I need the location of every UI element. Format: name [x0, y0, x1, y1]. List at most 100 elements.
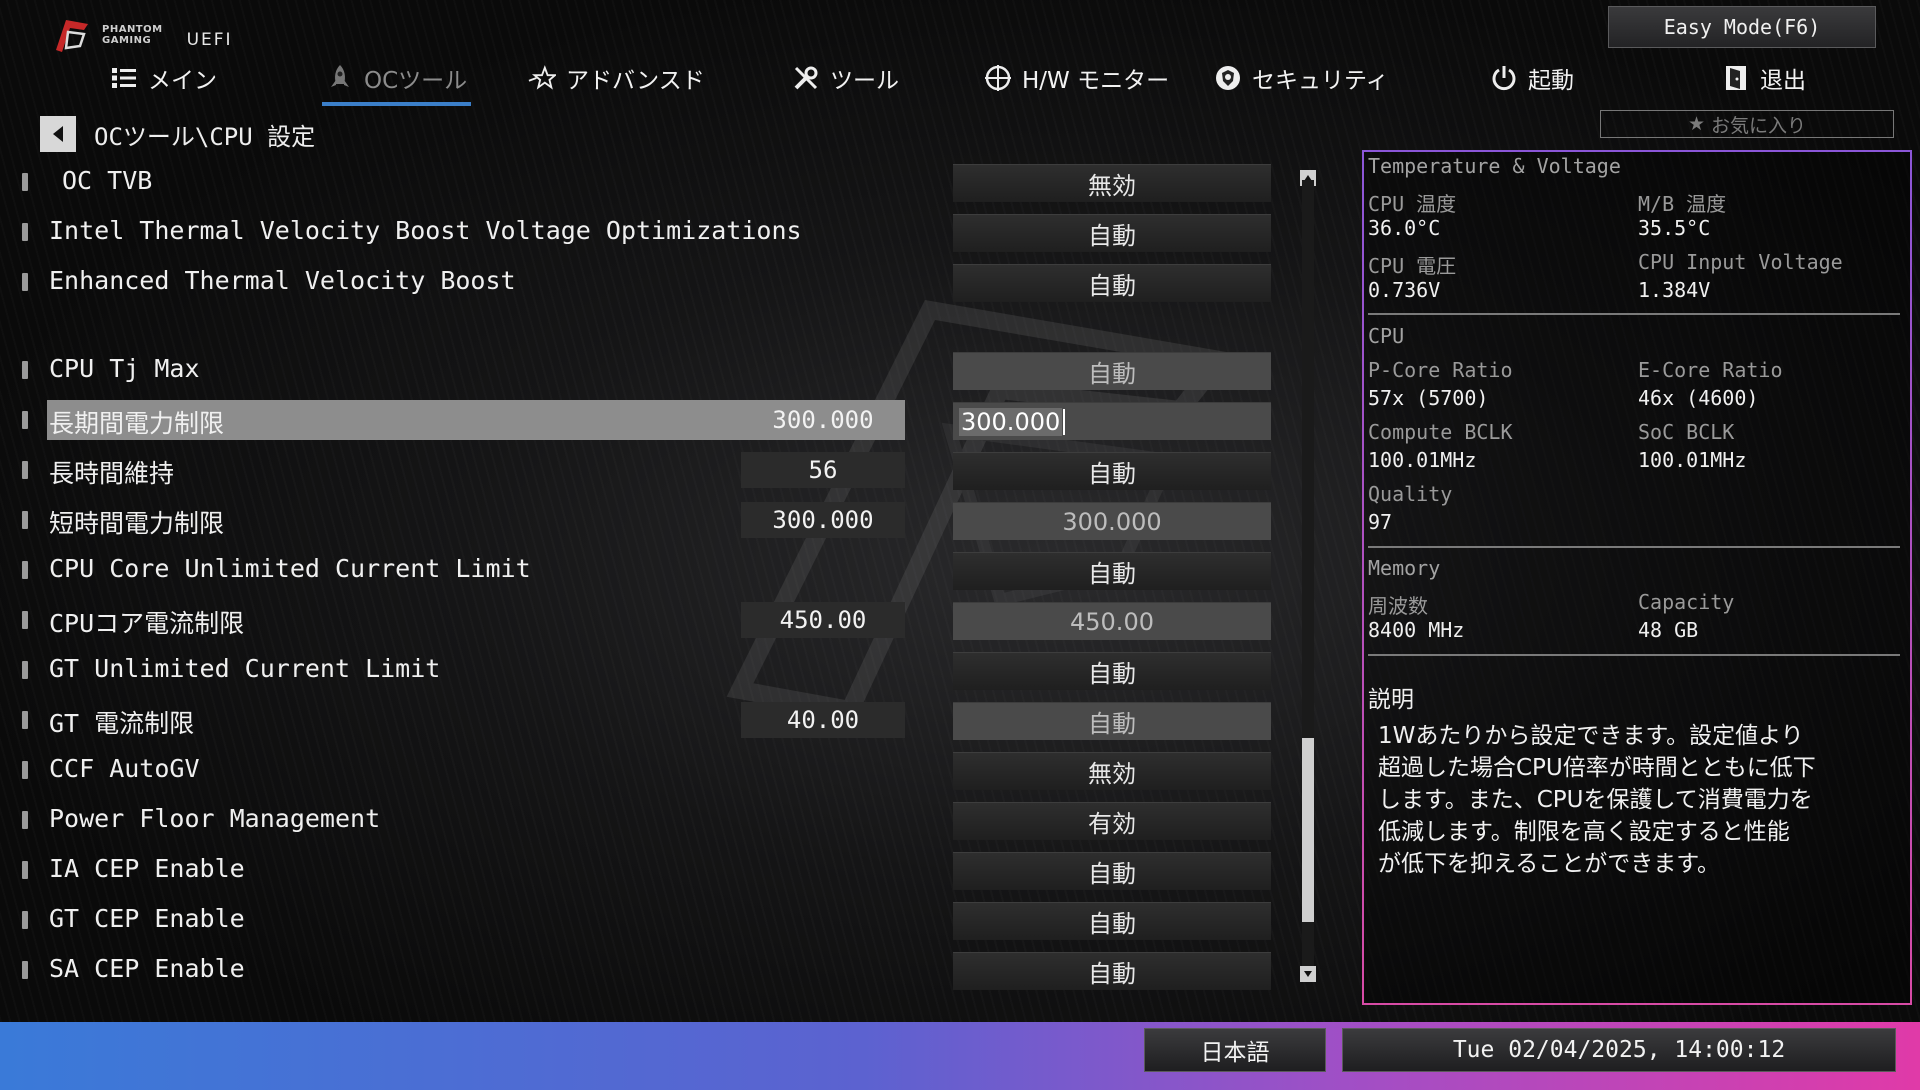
setting-option[interactable]: 自動 [953, 264, 1271, 302]
setting-current-value: 300.000 [741, 502, 905, 538]
uefi-label: UEFI [186, 30, 233, 50]
setting-option[interactable]: 自動 [953, 702, 1271, 740]
text-caret [1063, 408, 1066, 435]
setting-row[interactable]: IA CEP Enable 自動 [0, 850, 1280, 890]
setting-row[interactable]: Intel Thermal Velocity Boost Voltage Opt… [0, 212, 1280, 252]
favorite-label: お気に入り [1711, 114, 1807, 137]
setting-value-input[interactable]: 300.000 [953, 402, 1271, 440]
tab-exit-label: 退出 [1760, 68, 1806, 94]
setting-row[interactable]: 長時間維持 56 自動 [0, 450, 1280, 490]
scrollbar-thumb[interactable] [1302, 738, 1314, 922]
tab-boot-label: 起動 [1528, 68, 1574, 94]
setting-row[interactable]: OC TVB 無効 [0, 162, 1280, 202]
setting-option[interactable]: 自動 [953, 952, 1271, 990]
back-button[interactable] [40, 116, 76, 152]
cpu-voltage-value: 0.736V [1368, 278, 1441, 302]
setting-row[interactable]: CCF AutoGV 無効 [0, 750, 1280, 790]
setting-option[interactable]: 無効 [953, 164, 1271, 202]
setting-label: Enhanced Thermal Velocity Boost [49, 266, 516, 295]
setting-row[interactable]: GT Unlimited Current Limit 自動 [0, 650, 1280, 690]
cpu-input-voltage-value: 1.384V [1638, 278, 1711, 302]
row-handle [22, 411, 28, 429]
list-icon [110, 64, 138, 92]
row-handle [22, 911, 28, 929]
pcore-ratio-label: P-Core Ratio [1368, 358, 1513, 382]
crosshair-icon [984, 64, 1012, 92]
easy-mode-button[interactable]: Easy Mode(F6) [1608, 6, 1876, 48]
brand-logo: PHANTOM GAMING UEFI [52, 16, 233, 54]
compute-bclk-label: Compute BCLK [1368, 420, 1513, 444]
tab-hw-monitor-label: H/W モニター [1022, 68, 1170, 94]
setting-option[interactable]: 自動 [953, 452, 1271, 490]
row-handle [22, 561, 28, 579]
exit-door-icon [1722, 64, 1750, 92]
setting-option[interactable]: 自動 [953, 352, 1271, 390]
tab-oc-tools[interactable]: OCツール [321, 54, 472, 106]
star-icon [528, 64, 556, 92]
setting-label: Power Floor Management [49, 804, 381, 833]
setting-label: Intel Thermal Velocity Boost Voltage Opt… [49, 216, 802, 245]
tab-tools[interactable]: ツール [792, 54, 899, 102]
row-handle [22, 361, 28, 379]
setting-current-value: 300.000 [772, 406, 874, 434]
tab-security-label: セキュリティ [1252, 68, 1389, 94]
brand-line1: PHANTOM [102, 24, 163, 35]
setting-option[interactable]: 自動 [953, 652, 1271, 690]
setting-row[interactable]: CPU Tj Max 自動 [0, 350, 1280, 390]
breadcrumb: OCツール\CPU 設定 [40, 116, 315, 152]
setting-option[interactable]: 自動 [953, 902, 1271, 940]
setting-row[interactable]: SA CEP Enable 自動 [0, 950, 1280, 990]
power-icon [1490, 64, 1518, 92]
setting-row-selected[interactable]: 長期間電力制限 300.000 300.000 [0, 400, 1280, 440]
input-text: 300.000 [959, 407, 1063, 436]
setting-option[interactable]: 有効 [953, 802, 1271, 840]
setting-label: GT 電流制限 [49, 709, 195, 738]
setting-option[interactable]: 自動 [953, 852, 1271, 890]
tab-advanced-label: アドバンスド [566, 68, 705, 94]
favorite-button[interactable]: ★ お気に入り [1600, 110, 1894, 138]
tab-boot[interactable]: 起動 [1490, 54, 1574, 102]
setting-label: CPU Core Unlimited Current Limit [49, 554, 531, 583]
row-handle [22, 761, 28, 779]
cpu-section-title: CPU [1368, 324, 1405, 348]
tab-exit[interactable]: 退出 [1722, 54, 1806, 102]
cpu-temp-value: 36.0°C [1368, 216, 1441, 240]
setting-option[interactable]: 300.000 [953, 502, 1271, 540]
compute-bclk-value: 100.01MHz [1368, 448, 1477, 472]
temp-voltage-title: Temperature & Voltage [1368, 154, 1621, 178]
tab-main[interactable]: メイン [110, 54, 217, 102]
tab-advanced[interactable]: アドバンスド [528, 54, 705, 102]
language-button[interactable]: 日本語 [1144, 1028, 1326, 1072]
shield-icon [1214, 64, 1242, 92]
memory-capacity-value: 48 GB [1638, 618, 1699, 642]
panel-divider [1368, 654, 1900, 656]
setting-option[interactable]: 無効 [953, 752, 1271, 790]
cpu-input-voltage-label: CPU Input Voltage [1638, 250, 1843, 274]
row-handle [22, 511, 28, 529]
setting-row[interactable]: Enhanced Thermal Velocity Boost 自動 [0, 262, 1280, 302]
setting-row[interactable]: 短時間電力制限 300.000 300.000 [0, 500, 1280, 540]
quality-value: 97 [1368, 510, 1393, 534]
tab-oc-tools-label: OCツール [364, 68, 468, 94]
setting-row[interactable]: GT CEP Enable 自動 [0, 900, 1280, 940]
setting-label: CPUコア電流制限 [49, 609, 245, 638]
caret-down-icon [1304, 971, 1312, 977]
memory-frequency-label: 周波数 [1368, 594, 1428, 618]
setting-option[interactable]: 450.00 [953, 602, 1271, 640]
tab-security[interactable]: セキュリティ [1214, 54, 1389, 102]
setting-row[interactable]: CPU Core Unlimited Current Limit 自動 [0, 550, 1280, 590]
row-handle [22, 811, 28, 829]
soc-bclk-label: SoC BCLK [1638, 420, 1735, 444]
datetime-display[interactable]: Tue 02/04/2025, 14:00:12 [1342, 1028, 1896, 1072]
setting-row[interactable]: GT 電流制限 40.00 自動 [0, 700, 1280, 740]
scroll-down-button[interactable] [1300, 966, 1316, 982]
setting-option[interactable]: 自動 [953, 552, 1271, 590]
setting-current-value: 56 [741, 452, 905, 488]
ecore-ratio-value: 46x (4600) [1638, 386, 1759, 410]
setting-row[interactable]: CPUコア電流制限 450.00 450.00 [0, 600, 1280, 640]
main-nav: メイン OCツール アドバンスド ツール H/W モニター セキュリティ 起動 … [0, 54, 1920, 106]
setting-row[interactable]: Power Floor Management 有効 [0, 800, 1280, 840]
setting-option[interactable]: 自動 [953, 214, 1271, 252]
row-handle [22, 661, 28, 679]
tab-hw-monitor[interactable]: H/W モニター [984, 54, 1169, 102]
